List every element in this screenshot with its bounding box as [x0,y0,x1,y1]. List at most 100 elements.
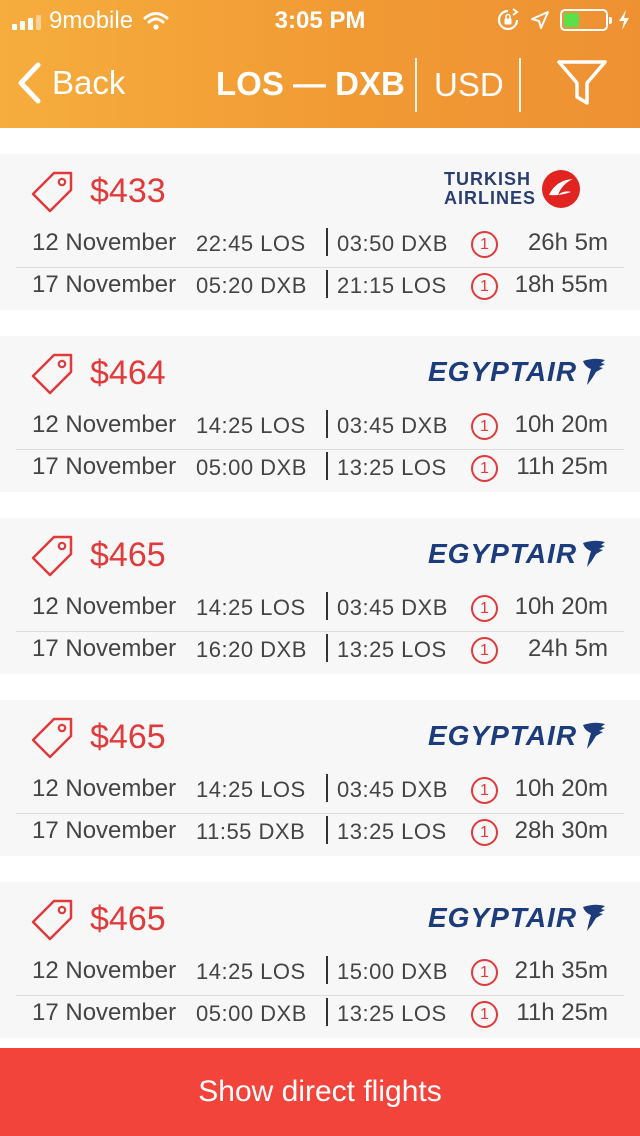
nav-bar: Back LOS — DXB USD [0,40,640,128]
stops-badge: 1 [471,273,498,300]
segment-divider [326,774,328,802]
segment-duration: 28h 30m [514,817,608,844]
return-segment: 17 November 11:55 DXB 13:25 LOS 1 28h 30… [0,812,640,852]
egyptair-logo: EGYPTAIR [428,720,607,752]
flight-card[interactable]: $465 EGYPTAIR 12 November 14:25 LOS 15:0… [0,882,640,1038]
nav-divider [519,58,521,112]
currency-button[interactable]: USD [434,66,504,104]
segment-departure: 11:55 DXB [196,819,306,844]
outbound-segment: 12 November 14:25 LOS 03:45 DXB 1 10h 20… [0,588,640,628]
egyptair-logo: EGYPTAIR [428,538,607,570]
return-segment: 17 November 05:20 DXB 21:15 LOS 1 18h 55… [0,266,640,306]
segment-duration: 11h 25m [516,999,608,1026]
segment-arrival: 03:45 DXB [337,777,448,802]
segment-departure: 14:25 LOS [196,777,306,802]
segment-departure: 05:00 DXB [196,1001,307,1026]
logo-line: TURKISH [444,169,531,189]
show-direct-flights-button[interactable]: Show direct flights [0,1048,640,1136]
segment-departure: 14:25 LOS [196,595,306,620]
charging-bolt-icon [619,10,629,30]
segment-date: 12 November [32,775,177,802]
battery-icon [560,9,612,31]
flight-list[interactable]: $433 TURKISH AIRLINES 12 November 22:45 … [0,128,640,1048]
stops-badge: 1 [471,777,498,804]
return-segment: 17 November 05:00 DXB 13:25 LOS 1 11h 25… [0,448,640,488]
segment-divider [326,998,328,1026]
return-segment: 17 November 05:00 DXB 13:25 LOS 1 11h 25… [0,994,640,1034]
segment-date: 12 November [32,411,177,438]
segment-departure: 22:45 LOS [196,231,306,256]
status-right [496,8,630,32]
egyptair-horus-symbol [583,358,606,385]
segment-arrival: 15:00 DXB [337,959,448,984]
segment-duration: 10h 20m [514,775,608,802]
return-segment: 17 November 16:20 DXB 13:25 LOS 1 24h 5m [0,630,640,670]
logo-wordmark: EGYPTAIR [428,538,578,569]
filter-funnel-icon[interactable] [556,58,608,108]
segment-departure: 05:00 DXB [196,455,307,480]
segment-arrival: 21:15 LOS [337,273,447,298]
stops-badge: 1 [471,819,498,846]
segment-date: 12 November [32,957,177,984]
segment-duration: 24h 5m [527,635,608,662]
segment-date: 17 November [32,999,177,1026]
turkish-airlines-symbol [542,170,581,208]
flight-price: $465 [90,900,166,938]
egyptair-horus-symbol [583,540,606,567]
turkish-airlines-logo: TURKISH AIRLINES [444,168,582,210]
flight-card[interactable]: $464 EGYPTAIR 12 November 14:25 LOS 03:4… [0,336,640,492]
flight-card[interactable]: $465 EGYPTAIR 12 November 14:25 LOS 03:4… [0,518,640,674]
segment-arrival: 03:45 DXB [337,595,448,620]
flight-price: $465 [90,536,166,574]
status-bar: 9mobile 3:05 PM [0,0,640,40]
segment-divider [326,452,328,480]
egyptair-horus-symbol [583,722,606,749]
stops-badge: 1 [471,637,498,664]
stops-badge: 1 [471,959,498,986]
price-tag-icon [31,717,73,759]
outbound-segment: 12 November 14:25 LOS 15:00 DXB 1 21h 35… [0,952,640,992]
segment-arrival: 13:25 LOS [337,637,447,662]
logo-wordmark: EGYPTAIR [428,720,578,751]
back-label: Back [52,64,126,101]
top-bar: 9mobile 3:05 PM Back LOS — DXB USD [0,0,640,128]
logo-wordmark: EGYPTAIR [428,902,578,933]
segment-arrival: 03:45 DXB [337,413,448,438]
outbound-segment: 12 November 14:25 LOS 03:45 DXB 1 10h 20… [0,770,640,810]
stops-badge: 1 [471,231,498,258]
segment-duration: 10h 20m [514,411,608,438]
flight-price: $465 [90,718,166,756]
segment-date: 12 November [32,229,177,256]
segment-arrival: 13:25 LOS [337,455,447,480]
logo-line: AIRLINES [444,188,537,208]
price-tag-icon [31,899,73,941]
segment-duration: 18h 55m [514,271,608,298]
egyptair-logo: EGYPTAIR [428,902,607,934]
segment-date: 17 November [32,817,177,844]
orientation-lock-icon [497,8,519,31]
segment-divider [326,592,328,620]
segment-arrival: 03:50 DXB [337,231,448,256]
price-tag-icon [31,535,73,577]
stops-badge: 1 [471,413,498,440]
back-chevron-icon [18,62,41,104]
segment-duration: 26h 5m [527,229,608,256]
route-title: LOS — DXB [216,65,405,102]
outbound-segment: 12 November 14:25 LOS 03:45 DXB 1 10h 20… [0,406,640,446]
segment-arrival: 13:25 LOS [337,1001,447,1026]
segment-duration: 21h 35m [514,957,608,984]
segment-divider [326,956,328,984]
flight-price: $433 [90,172,166,210]
flight-card[interactable]: $465 EGYPTAIR 12 November 14:25 LOS 03:4… [0,700,640,856]
stops-badge: 1 [471,1001,498,1028]
location-arrow-icon [531,11,549,29]
segment-arrival: 13:25 LOS [337,819,447,844]
stops-badge: 1 [471,455,498,482]
back-button[interactable]: Back [16,62,125,104]
flight-price: $464 [90,354,166,392]
segment-divider [326,816,328,844]
outbound-segment: 12 November 22:45 LOS 03:50 DXB 1 26h 5m [0,224,640,264]
segment-date: 17 November [32,271,177,298]
show-direct-flights-label: Show direct flights [198,1075,442,1108]
flight-card[interactable]: $433 TURKISH AIRLINES 12 November 22:45 … [0,154,640,310]
